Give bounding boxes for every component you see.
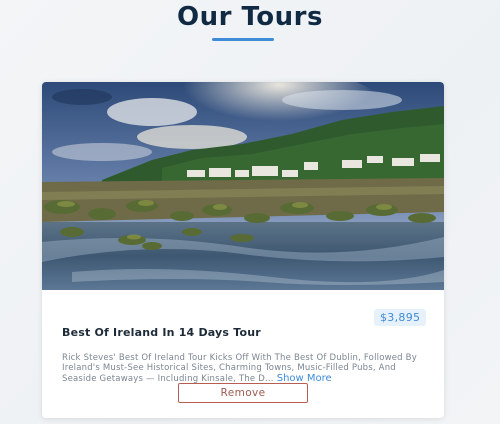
remove-button[interactable]: Remove	[178, 383, 308, 403]
page-title: Our Tours	[177, 2, 323, 32]
tour-price: $3,895	[374, 309, 427, 326]
tour-info-text: Rick Steves' Best Of Ireland Tour Kicks …	[62, 352, 417, 384]
show-more-button[interactable]: Show More	[277, 373, 332, 384]
tour-info: Rick Steves' Best Of Ireland Tour Kicks …	[62, 353, 432, 384]
tour-name: Best Of Ireland In 14 Days Tour	[62, 325, 261, 339]
tour-image	[42, 82, 444, 290]
tour-card: Best Of Ireland In 14 Days Tour $3,895 R…	[42, 82, 444, 418]
title-underline	[212, 38, 274, 41]
